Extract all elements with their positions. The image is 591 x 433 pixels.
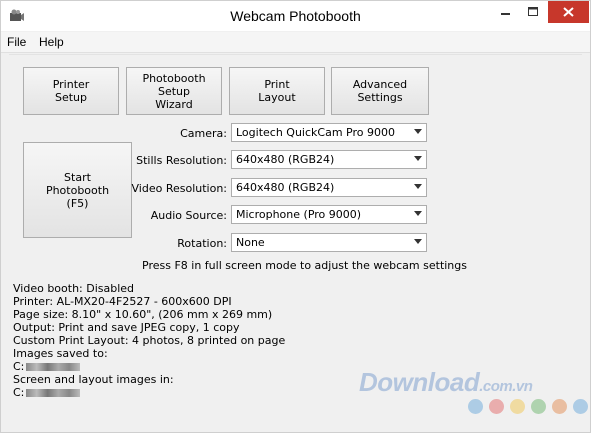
info-images-saved-label: Images saved to: <box>13 347 108 360</box>
watermark-dot <box>552 399 567 414</box>
printer-setup-label: Printer Setup <box>52 78 90 104</box>
rotation-label: Rotation: <box>177 237 227 250</box>
stills-resolution-value: 640x480 (RGB24) <box>236 153 335 166</box>
watermark-dot <box>468 399 483 414</box>
watermark-dot <box>489 399 504 414</box>
minimize-icon <box>501 13 510 15</box>
audio-source-label: Audio Source: <box>150 209 227 222</box>
camera-label: Camera: <box>180 127 227 140</box>
rotation-select[interactable]: None <box>231 233 427 252</box>
info-video-booth: Video booth: Disabled <box>13 282 135 295</box>
video-resolution-select[interactable]: 640x480 (RGB24) <box>231 178 427 197</box>
print-layout-label: Print Layout <box>258 78 296 104</box>
chevron-down-icon <box>414 156 422 161</box>
info-page-size: Page size: 8.10" x 10.60", (206 mm x 269… <box>13 308 273 321</box>
info-printer: Printer: AL-MX20-4F2527 - 600x600 DPI <box>13 295 232 308</box>
watermark-suffix: .com.vn <box>479 378 533 395</box>
maximize-button[interactable] <box>520 1 546 23</box>
watermark-dot <box>510 399 525 414</box>
info-print-layout: Custom Print Layout: 4 photos, 8 printed… <box>13 334 286 347</box>
menu-help[interactable]: Help <box>39 35 64 49</box>
watermark-dot <box>531 399 546 414</box>
advanced-settings-button[interactable]: Advanced Settings <box>331 67 429 115</box>
watermark-dot <box>573 399 588 414</box>
video-resolution-value: 640x480 (RGB24) <box>236 181 335 194</box>
chevron-down-icon <box>414 129 422 134</box>
chevron-down-icon <box>414 211 422 216</box>
app-window: Webcam Photobooth File Help Printer Setu… <box>0 0 591 433</box>
rotation-value: None <box>236 236 265 249</box>
chevron-down-icon <box>414 184 422 189</box>
stills-resolution-select[interactable]: 640x480 (RGB24) <box>231 150 427 169</box>
video-resolution-label: Video Resolution: <box>131 182 228 195</box>
minimize-button[interactable] <box>492 1 518 23</box>
info-screen-images-path: C: <box>13 386 81 399</box>
close-button[interactable] <box>548 1 589 23</box>
chevron-down-icon <box>414 239 422 244</box>
close-icon <box>563 7 574 17</box>
stills-resolution-label: Stills Resolution: <box>136 154 227 167</box>
setup-wizard-label: Photobooth Setup Wizard <box>142 71 206 111</box>
audio-source-value: Microphone (Pro 9000) <box>236 208 362 221</box>
advanced-settings-label: Advanced Settings <box>352 78 408 104</box>
printer-setup-button[interactable]: Printer Setup <box>23 67 119 115</box>
setup-wizard-button[interactable]: Photobooth Setup Wizard <box>126 67 222 115</box>
title-bar[interactable]: Webcam Photobooth <box>1 1 590 31</box>
print-layout-button[interactable]: Print Layout <box>229 67 325 115</box>
download-watermark: Download.com.vn <box>359 367 533 398</box>
menu-bar: File Help <box>1 32 590 53</box>
watermark-main: Download <box>359 367 480 397</box>
info-output: Output: Print and save JPEG copy, 1 copy <box>13 321 240 334</box>
camera-value: Logitech QuickCam Pro 9000 <box>236 126 395 139</box>
redacted-path <box>26 389 81 397</box>
info-screen-images-label: Screen and layout images in: <box>13 373 174 386</box>
info-images-path: C: <box>13 360 81 373</box>
menu-file[interactable]: File <box>7 35 26 49</box>
camera-select[interactable]: Logitech QuickCam Pro 9000 <box>231 123 427 142</box>
images-path-drive: C: <box>13 360 25 373</box>
audio-source-select[interactable]: Microphone (Pro 9000) <box>231 205 427 224</box>
screen-path-drive: C: <box>13 386 25 399</box>
webcam-settings-hint: Press F8 in full screen mode to adjust t… <box>142 259 467 272</box>
maximize-icon <box>528 7 538 16</box>
redacted-path <box>26 363 81 371</box>
